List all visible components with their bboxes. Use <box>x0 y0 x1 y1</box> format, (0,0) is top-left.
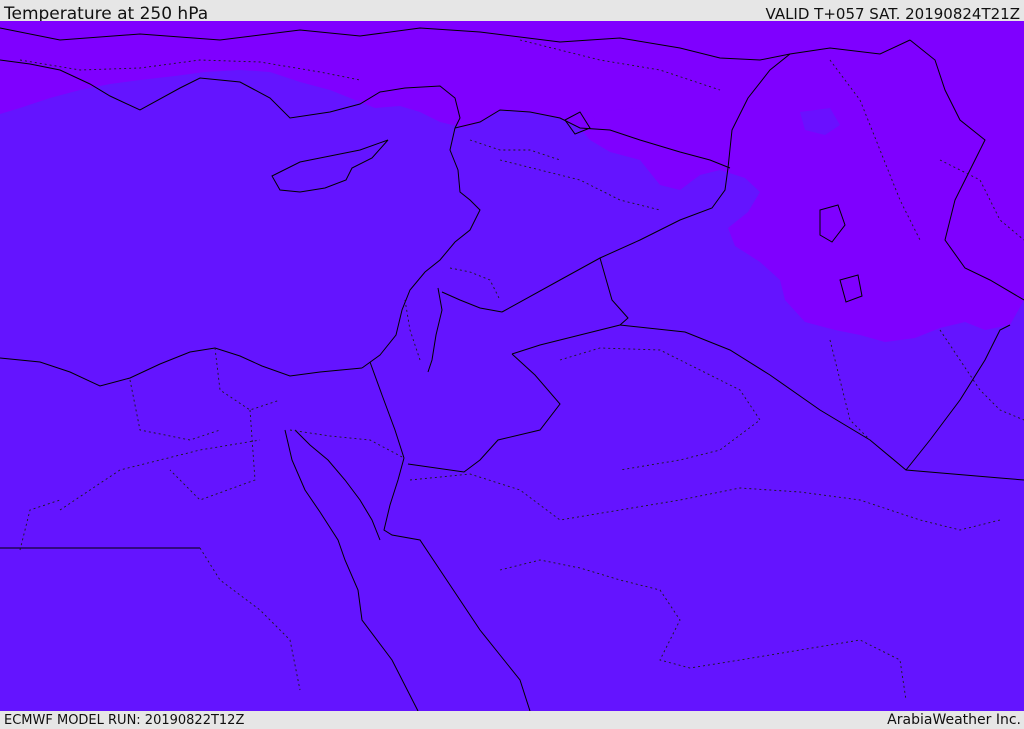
model-run: ECMWF MODEL RUN: 20190822T12Z <box>4 713 245 728</box>
header-bar: Temperature at 250 hPa VALID T+057 SAT. … <box>0 0 1024 24</box>
map-viewer: Temperature at 250 hPa VALID T+057 SAT. … <box>0 0 1024 729</box>
footer-bar: ECMWF MODEL RUN: 20190822T12Z ArabiaWeat… <box>0 711 1024 729</box>
map-canvas <box>0 21 1024 711</box>
temperature-map <box>0 21 1024 711</box>
credit-text: ArabiaWeather Inc. <box>887 712 1021 728</box>
